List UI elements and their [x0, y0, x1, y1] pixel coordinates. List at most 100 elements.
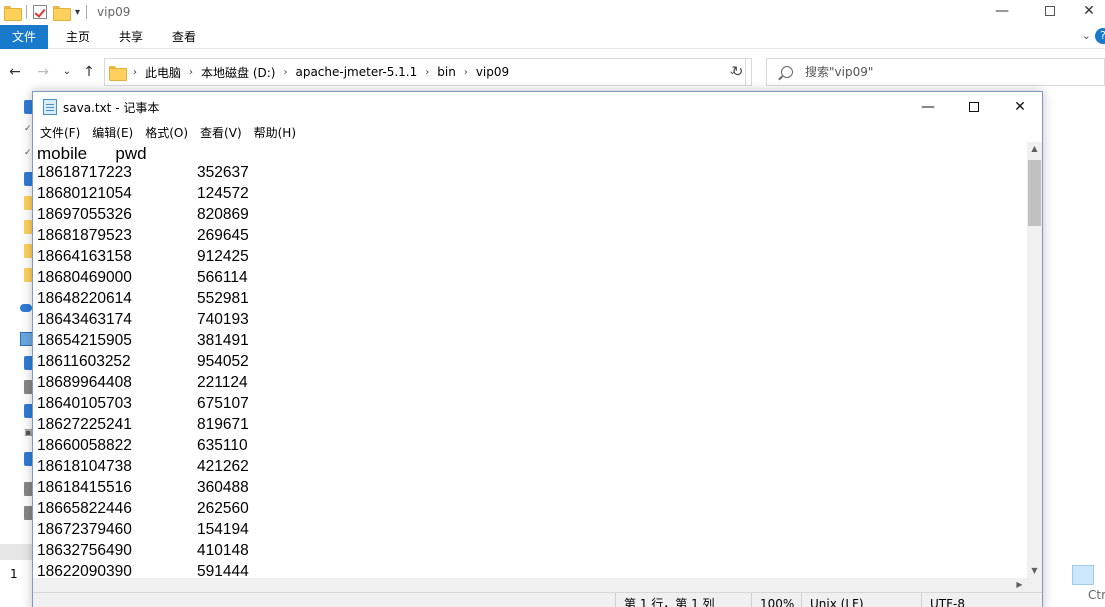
pwd-value: 954052 — [197, 353, 249, 370]
chevron-right-icon[interactable]: › — [133, 67, 137, 78]
folder-icon — [4, 5, 22, 21]
details-view-icon[interactable] — [1072, 565, 1094, 585]
onedrive-icon[interactable] — [20, 304, 32, 312]
refresh-button[interactable]: ↻ — [724, 58, 752, 86]
large-icons-view-icon[interactable] — [1096, 565, 1105, 585]
explorer-status-text: Ctr — [1088, 588, 1105, 602]
mobile-value: 18665822446 — [37, 500, 132, 517]
vertical-scrollbar[interactable]: ▲ ▼ — [1027, 142, 1042, 578]
breadcrumb-jmeter[interactable]: apache-jmeter-5.1.1 — [295, 65, 417, 79]
pwd-value: 352637 — [197, 164, 249, 181]
breadcrumb-vip09[interactable]: vip09 — [476, 65, 509, 79]
mobile-value: 18648220614 — [37, 290, 132, 307]
new-folder-icon[interactable] — [53, 5, 71, 21]
ribbon-tab-file[interactable]: 文件 — [0, 25, 48, 49]
menu-help[interactable]: 帮助(H) — [254, 124, 296, 141]
breadcrumb-this-pc[interactable]: 此电脑 — [145, 64, 181, 81]
ribbon-tab-home[interactable]: 主页 — [66, 25, 90, 49]
search-box[interactable] — [766, 58, 1105, 86]
status-encoding: UTF-8 — [921, 593, 965, 607]
pwd-value: 421262 — [197, 458, 249, 475]
recent-locations-button[interactable]: ⌄ — [58, 62, 76, 82]
status-cursor-position: 第 1 行，第 1 列 — [615, 593, 715, 607]
quick-access-toolbar: ▾ vip09 — [4, 2, 130, 22]
properties-icon[interactable] — [33, 5, 47, 19]
explorer-minimize-button[interactable]: — — [979, 0, 1025, 22]
pwd-value: 381491 — [197, 332, 249, 349]
breadcrumb-local-disk[interactable]: 本地磁盘 (D:) — [201, 64, 275, 81]
notepad-close-button[interactable]: ✕ — [997, 92, 1043, 122]
mobile-value: 18697055326 — [37, 206, 132, 223]
status-zoom: 100% — [751, 593, 794, 607]
scroll-right-arrow-icon[interactable]: ▶ — [1012, 578, 1027, 592]
menu-view[interactable]: 查看(V) — [200, 124, 242, 141]
pwd-value: 635110 — [197, 437, 248, 454]
pwd-value: 269645 — [197, 227, 249, 244]
ribbon-expand-icon[interactable]: ⌄ — [1082, 29, 1091, 42]
pwd-value: 154194 — [197, 521, 249, 538]
customize-toolbar-icon[interactable]: ▾ — [75, 7, 80, 18]
search-input[interactable] — [805, 65, 1085, 79]
horizontal-scrollbar[interactable]: ▶ — [33, 578, 1027, 592]
notepad-window: sava.txt - 记事本 — ✕ 文件(F) 编辑(E) 格式(O) 查看(… — [32, 91, 1043, 607]
explorer-close-button[interactable]: ✕ — [1073, 0, 1105, 22]
menu-file[interactable]: 文件(F) — [40, 124, 80, 141]
notepad-window-title: sava.txt - 记事本 — [63, 101, 160, 115]
mobile-value: 18618104738 — [37, 458, 132, 475]
chevron-right-icon[interactable]: › — [189, 67, 193, 78]
explorer-window-title: vip09 — [97, 5, 131, 19]
pwd-value: 221124 — [197, 374, 248, 391]
pwd-value: 566114 — [197, 269, 248, 286]
mobile-value: 18643463174 — [37, 311, 132, 328]
explorer-item-count: 1 — [10, 567, 18, 581]
notepad-minimize-button[interactable]: — — [905, 92, 951, 122]
pwd-value: 820869 — [197, 206, 249, 223]
mobile-value: 18618717223 — [37, 164, 132, 181]
toolbar-divider — [26, 5, 27, 19]
text-header-line: mobile pwd — [37, 144, 147, 163]
status-line-ending: Unix (LF) — [801, 593, 864, 607]
ribbon-tab-view[interactable]: 查看 — [172, 25, 196, 49]
help-icon[interactable]: ? — [1095, 28, 1105, 44]
mobile-value: 18660058822 — [37, 437, 132, 454]
explorer-maximize-button[interactable] — [1027, 0, 1073, 22]
notepad-text-area[interactable]: mobile pwd 18618717223 352637 18680121054 1… — [33, 142, 1027, 578]
back-button[interactable]: ← — [6, 62, 24, 82]
folder-icon — [109, 65, 127, 81]
mobile-value: 18689964408 — [37, 374, 132, 391]
pwd-value: 360488 — [197, 479, 249, 496]
pwd-value: 591444 — [197, 563, 249, 578]
mobile-value: 18680121054 — [37, 185, 132, 202]
forward-button[interactable]: → — [34, 62, 52, 82]
notepad-icon[interactable] — [43, 99, 57, 115]
mobile-value: 18611603252 — [37, 353, 131, 370]
search-icon — [781, 66, 793, 78]
breadcrumb-bin[interactable]: bin — [437, 65, 456, 79]
pwd-value: 912425 — [197, 248, 249, 265]
mobile-value: 18622090390 — [37, 563, 132, 578]
address-row: ← → ⌄ ↑ › 此电脑 › 本地磁盘 (D:) › apache-jmete… — [0, 52, 1105, 92]
pwd-value: 675107 — [197, 395, 249, 412]
notepad-titlebar[interactable]: sava.txt - 记事本 — ✕ — [33, 92, 1042, 122]
toolbar-divider — [86, 5, 88, 19]
ribbon-tab-share[interactable]: 共享 — [119, 25, 143, 49]
menu-format[interactable]: 格式(O) — [145, 124, 188, 141]
mobile-value: 18640105703 — [37, 395, 132, 412]
notepad-maximize-button[interactable] — [951, 92, 997, 122]
scroll-up-arrow-icon[interactable]: ▲ — [1027, 142, 1042, 156]
pwd-value: 262560 — [197, 500, 249, 517]
pwd-value: 552981 — [197, 290, 249, 307]
explorer-titlebar: ▾ vip09 — ✕ — [0, 0, 1105, 24]
up-button[interactable]: ↑ — [80, 62, 98, 82]
explorer-ribbon: 文件 主页 共享 查看 ⌄ ? — [0, 25, 1105, 49]
chevron-right-icon[interactable]: › — [425, 67, 429, 78]
navigation-pane: ✓ ✓ ▣ — [0, 92, 34, 607]
navigation-pane-scrollbar[interactable] — [0, 544, 32, 560]
chevron-right-icon[interactable]: › — [283, 67, 287, 78]
scroll-down-arrow-icon[interactable]: ▼ — [1027, 564, 1042, 578]
menu-edit[interactable]: 编辑(E) — [92, 124, 133, 141]
vertical-scroll-thumb[interactable] — [1028, 160, 1041, 226]
scrollbar-corner — [1027, 578, 1042, 592]
address-bar[interactable]: › 此电脑 › 本地磁盘 (D:) › apache-jmeter-5.1.1 … — [104, 58, 746, 86]
chevron-right-icon[interactable]: › — [464, 67, 468, 78]
